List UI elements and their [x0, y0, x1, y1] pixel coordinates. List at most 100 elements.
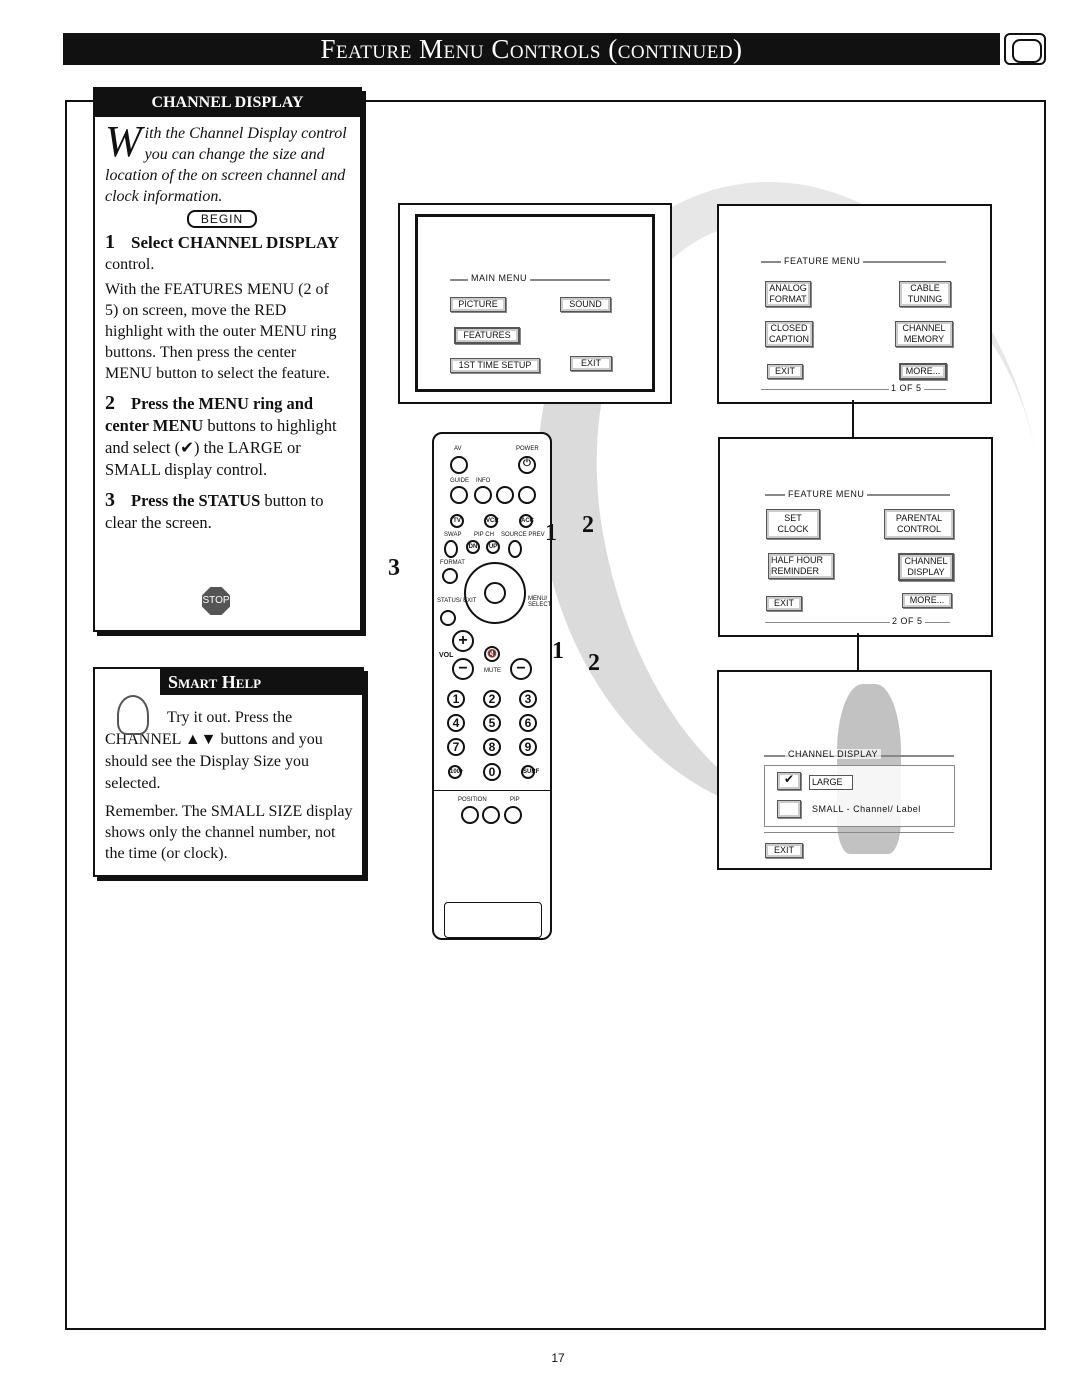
step-heading: Select CHANNEL DISPLAY: [131, 233, 340, 252]
tv-button[interactable]: TV: [450, 514, 464, 528]
guide-button[interactable]: [450, 486, 468, 504]
small-checkbox[interactable]: [777, 800, 801, 818]
remote-door: [444, 902, 542, 938]
aux-button[interactable]: [496, 486, 514, 504]
menu-item-channel-memory[interactable]: CHANNEL MEMORY: [895, 321, 953, 347]
step-2: 2 Press the MENU ring and center MENU but…: [105, 392, 354, 481]
digit-6-button[interactable]: 6: [519, 714, 537, 732]
digit-3-button[interactable]: 3: [519, 690, 537, 708]
smart-help-panel: Smart Help Try it out. Press the CHANNEL…: [93, 667, 364, 877]
av-button[interactable]: [450, 456, 468, 474]
surf-button[interactable]: SURF: [521, 765, 539, 779]
label-info: INFO: [476, 478, 491, 484]
menu-title: FEATURE MENU: [781, 256, 864, 266]
digit-2-button[interactable]: 2: [483, 690, 501, 708]
ch-down-button[interactable]: −: [510, 658, 532, 680]
100-button[interactable]: 100+: [448, 765, 464, 779]
freeze-button[interactable]: [482, 806, 500, 824]
intro-text: With the Channel Display control you can…: [105, 120, 352, 207]
menu-item-more[interactable]: MORE...: [899, 363, 947, 380]
vcr-button[interactable]: VCR: [484, 514, 499, 528]
label-vol: VOL: [439, 652, 454, 659]
digit-1-button[interactable]: 1: [447, 690, 465, 708]
feature-menu-1-screen: FEATURE MENU ANALOG FORMAT CABLE TUNING …: [717, 204, 992, 404]
format-button[interactable]: [442, 568, 458, 584]
menu-item-sound[interactable]: SOUND: [560, 297, 611, 312]
lightbulb-icon: [117, 695, 149, 735]
vol-down-button[interactable]: −: [452, 658, 474, 680]
menu-item-cable-tuning[interactable]: CABLE TUNING: [899, 281, 951, 307]
pip-ch-up-button[interactable]: UP: [486, 540, 500, 554]
swap-button[interactable]: [444, 540, 458, 558]
label-format: FORMAT: [440, 560, 465, 566]
pip-ch-down-button[interactable]: DN: [466, 540, 480, 554]
source-button[interactable]: [508, 540, 522, 558]
callout-1: 1: [545, 520, 557, 546]
label-position: POSITION: [458, 797, 487, 803]
menu-title: CHANNEL DISPLAY: [785, 749, 882, 759]
step-heading: Press the MENU ring and: [131, 394, 314, 413]
callout-1: 1: [552, 638, 564, 664]
digit-5-button[interactable]: 5: [483, 714, 501, 732]
digit-7-button[interactable]: 7: [447, 738, 465, 756]
menu-item-set-clock[interactable]: SET CLOCK: [766, 509, 820, 539]
digit-9-button[interactable]: 9: [519, 738, 537, 756]
page-indicator: 2 OF 5: [890, 616, 925, 626]
begin-badge: BEGIN: [187, 210, 257, 228]
digit-0-button[interactable]: 0: [483, 763, 501, 781]
step-number: 2: [105, 392, 115, 414]
help-text-2: Remember. The SMALL SIZE display shows o…: [105, 803, 353, 862]
arrow-down: [852, 400, 854, 440]
step-1: 1 Select CHANNEL DISPLAY control. With th…: [105, 232, 354, 384]
label-pip-ch: PIP CH: [474, 532, 494, 538]
menu-item-exit[interactable]: EXIT: [767, 364, 803, 379]
mute-button[interactable]: 🔇: [484, 646, 500, 662]
menu-item-more[interactable]: MORE...: [902, 593, 952, 608]
channel-display-screen: CHANNEL DISPLAY ✔ LARGE SMALL - Channel/…: [717, 670, 992, 870]
vol-up-button[interactable]: +: [452, 630, 474, 652]
step-heading: Press the STATUS: [131, 491, 261, 510]
option-large[interactable]: LARGE: [809, 775, 853, 790]
panel-title: CHANNEL DISPLAY: [95, 89, 360, 117]
option-small[interactable]: SMALL - Channel/ Label: [812, 804, 921, 814]
info-button[interactable]: [474, 486, 492, 504]
menu-item-closed-caption[interactable]: CLOSED CAPTION: [765, 321, 813, 347]
page-indicator: 1 OF 5: [889, 383, 924, 393]
menu-item-exit[interactable]: EXIT: [765, 843, 803, 858]
power-button[interactable]: ⏻: [518, 456, 536, 474]
step-3: 3 Press the STATUS button to clear the sc…: [105, 489, 354, 534]
menu-item-exit[interactable]: EXIT: [570, 356, 612, 371]
tv-icon: [1004, 33, 1046, 65]
main-menu-screen: MAIN MENU PICTURE SOUND FEATURES 1ST TIM…: [398, 203, 672, 404]
callout-2: 2: [588, 650, 600, 676]
menu-item-channel-display[interactable]: CHANNEL DISPLAY: [898, 553, 954, 581]
menu-center-button[interactable]: [484, 582, 506, 604]
menu-item-half-hour-reminder[interactable]: HALF HOUR REMINDER: [768, 553, 834, 579]
menu-item-parental-control[interactable]: PARENTAL CONTROL: [884, 509, 954, 539]
menu-item-features[interactable]: FEATURES: [454, 327, 520, 344]
menu-item-exit[interactable]: EXIT: [766, 596, 802, 611]
arrow-down: [857, 633, 859, 673]
menu-item-picture[interactable]: PICTURE: [450, 297, 506, 312]
digit-8-button[interactable]: 8: [483, 738, 501, 756]
pip-button[interactable]: [504, 806, 522, 824]
page-number: 17: [551, 1351, 565, 1365]
menu-item-analog-format[interactable]: ANALOG FORMAT: [765, 281, 811, 307]
large-checkbox[interactable]: ✔: [777, 772, 801, 790]
aux-button[interactable]: [518, 486, 536, 504]
digit-4-button[interactable]: 4: [447, 714, 465, 732]
callout-2: 2: [582, 512, 594, 538]
smart-help-title: Smart Help: [160, 669, 362, 695]
position-button[interactable]: [461, 806, 479, 824]
menu-item-first-time-setup[interactable]: 1ST TIME SETUP: [450, 358, 540, 373]
remote-control: AV POWER ⏻ GUIDE INFO TV VCR ACC SWAP PI…: [432, 432, 552, 940]
acc-button[interactable]: ACC: [519, 514, 534, 528]
step-bold: center MENU: [105, 416, 204, 435]
step-number: 3: [105, 489, 115, 511]
status-exit-button[interactable]: [440, 610, 456, 626]
label-mute: MUTE: [484, 668, 501, 674]
label-status-exit: STATUS/ EXIT: [437, 598, 477, 604]
label-source-prev: SOURCE PREV: [501, 532, 545, 538]
step-text: With the FEATURES MENU (2 of 5) on scree…: [105, 281, 337, 382]
menu-title: FEATURE MENU: [785, 489, 868, 499]
